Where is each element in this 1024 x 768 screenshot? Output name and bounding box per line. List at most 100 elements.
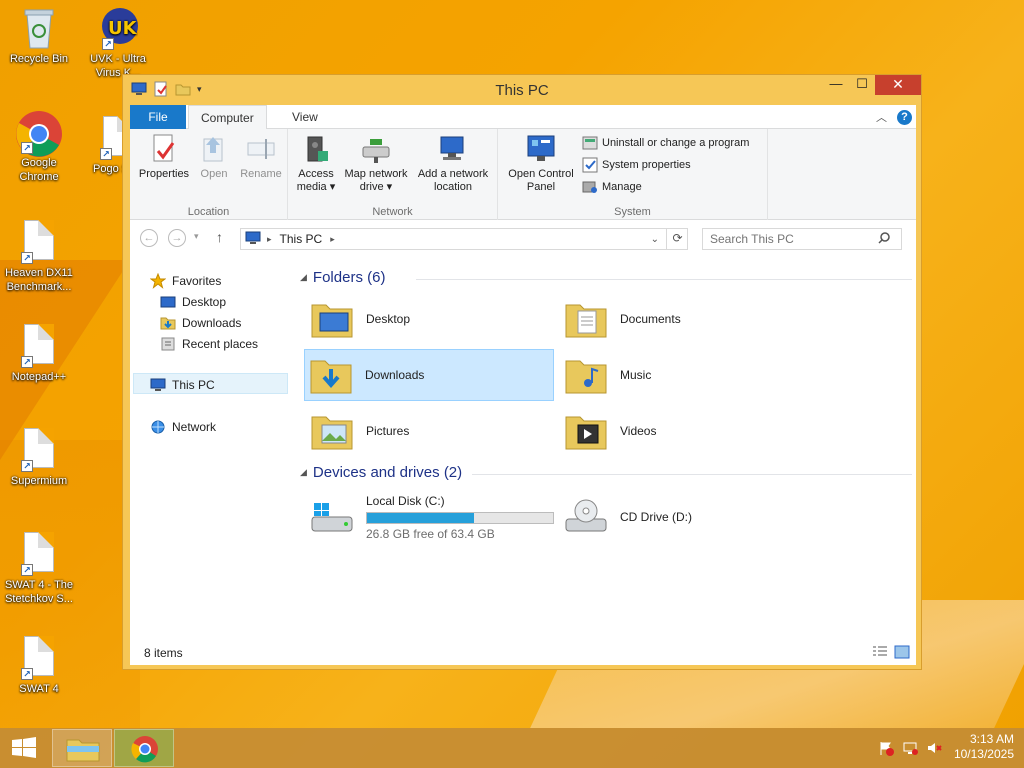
ribbon-group-network: Access media ▾ Map network drive ▾ Add a…	[288, 129, 498, 220]
title-bar[interactable]: ▾ This PC — ☐ ✕	[123, 75, 921, 105]
folder-tile-videos[interactable]: Videos	[560, 405, 810, 457]
close-button[interactable]: ✕	[875, 75, 921, 95]
search-input[interactable]	[710, 232, 878, 246]
system-properties-button[interactable]: System properties	[582, 157, 691, 173]
search-box[interactable]	[702, 228, 902, 250]
back-button[interactable]: ←	[140, 229, 158, 247]
recent-locations-chevron-icon[interactable]: ▾	[194, 231, 199, 242]
map-network-drive-button[interactable]: Map network drive ▾	[340, 133, 412, 194]
folder-label: Documents	[620, 312, 681, 326]
taskbar-chrome[interactable]	[114, 729, 174, 767]
collapse-triangle-icon[interactable]: ◢	[300, 467, 307, 478]
up-button[interactable]: ↑	[216, 229, 223, 245]
nav-item-desktop[interactable]: Desktop	[160, 292, 226, 312]
folder-tile-pictures[interactable]: Pictures	[306, 405, 556, 457]
downloads-icon	[160, 315, 176, 331]
address-bar[interactable]: ▸ This PC ▸ ⌄	[240, 228, 688, 250]
collapse-triangle-icon[interactable]: ◢	[300, 272, 307, 283]
desktop-icon-swat4-stetchkov[interactable]: ↗ SWAT 4 - The Stetchkov S...	[1, 532, 77, 606]
taskbar-file-explorer[interactable]	[52, 729, 112, 767]
search-icon[interactable]	[878, 231, 890, 247]
network-icon	[150, 419, 166, 435]
nav-item-network[interactable]: Network	[150, 417, 216, 437]
view-buttons	[872, 645, 910, 659]
folder-label: Music	[620, 368, 652, 382]
rename-button[interactable]: Rename	[236, 133, 286, 181]
star-icon	[149, 272, 167, 289]
folder-tile-downloads[interactable]: Downloads	[304, 349, 554, 401]
desktop-icon-supermium[interactable]: ↗ Supermium	[1, 428, 77, 488]
folder-tile-music[interactable]: Music	[560, 349, 810, 401]
nav-item-downloads[interactable]: Downloads	[160, 313, 241, 333]
ribbon-tabs: File Computer View ︿ ?	[130, 105, 916, 130]
uninstall-program-button[interactable]: Uninstall or change a program	[582, 135, 749, 151]
map-network-drive-icon	[360, 133, 392, 165]
folder-tile-documents[interactable]: Documents	[560, 293, 810, 345]
action-center-flag-icon[interactable]	[878, 740, 894, 756]
nav-item-favorites[interactable]: Favorites	[149, 271, 221, 291]
documents-folder-icon	[564, 299, 608, 339]
nav-label: Network	[172, 420, 217, 434]
nav-label: This PC	[172, 378, 215, 392]
nav-label: Downloads	[182, 316, 242, 330]
map-network-drive-label: Map network drive ▾	[344, 168, 408, 193]
drive-tile-local-disk[interactable]: Local Disk (C:) 26.8 GB free of 63.4 GB	[306, 491, 556, 543]
ribbon-group-system: Open Control Panel Uninstall or change a…	[498, 129, 768, 220]
this-pc-icon	[245, 231, 261, 248]
minimize-button[interactable]: —	[823, 75, 849, 95]
videos-folder-icon	[564, 411, 608, 451]
maximize-button[interactable]: ☐	[849, 75, 875, 95]
system-properties-icon	[582, 157, 598, 173]
section-title: Folders (6)	[312, 269, 386, 286]
clock[interactable]: 3:13 AM 10/13/2025	[954, 732, 1014, 762]
tab-computer[interactable]: Computer	[188, 105, 267, 130]
desktop-icon-recycle-bin[interactable]: Recycle Bin	[1, 6, 77, 66]
drive-name: CD Drive (D:)	[620, 510, 692, 524]
nav-item-recent-places[interactable]: Recent places	[160, 334, 258, 354]
breadcrumb-this-pc[interactable]: This PC	[280, 232, 323, 246]
start-button[interactable]	[8, 736, 40, 760]
open-control-panel-label: Open Control Panel	[508, 168, 574, 193]
properties-button[interactable]: Properties	[138, 133, 190, 181]
breadcrumb-separator-icon[interactable]: ▸	[267, 234, 272, 245]
clock-time: 3:13 AM	[969, 732, 1014, 746]
item-count: 8 items	[144, 646, 183, 660]
open-control-panel-button[interactable]: Open Control Panel	[504, 133, 578, 194]
details-view-icon[interactable]	[872, 645, 888, 659]
open-button[interactable]: Open	[192, 133, 236, 181]
desktop-icon-uvk[interactable]: UK ↗ UVK - Ultra Virus K...	[80, 6, 156, 80]
help-icon[interactable]: ?	[897, 109, 912, 125]
network-status-icon[interactable]	[902, 740, 918, 756]
drive-tile-cd-drive[interactable]: CD Drive (D:)	[560, 491, 810, 543]
drive-free-space: 26.8 GB free of 63.4 GB	[366, 526, 495, 541]
manage-button[interactable]: Manage	[582, 179, 642, 195]
group-label-system: System	[614, 206, 651, 218]
devices-section-header[interactable]: ◢ Devices and drives (2)	[300, 464, 462, 481]
address-dropdown-icon[interactable]: ⌄	[651, 234, 659, 245]
local-disk-info: Local Disk (C:) 26.8 GB free of 63.4 GB	[366, 494, 554, 541]
forward-button[interactable]: →	[168, 229, 186, 247]
desktop-icon-label: SWAT 4 - The Stetchkov S...	[4, 579, 74, 605]
desktop-icon-chrome[interactable]: ↗ Google Chrome	[1, 110, 77, 184]
desktop-icon-notepadpp[interactable]: ↗ Notepad++	[1, 324, 77, 384]
document-icon: ↗	[19, 220, 59, 264]
local-disk-icon	[310, 497, 354, 537]
folder-tile-desktop[interactable]: Desktop	[306, 293, 556, 345]
nav-item-this-pc[interactable]: This PC	[150, 375, 215, 395]
desktop-icon-label: Notepad++	[11, 371, 67, 383]
clock-date: 10/13/2025	[953, 747, 1014, 761]
desktop-icon-heaven[interactable]: ↗ Heaven DX11 Benchmark...	[1, 220, 77, 294]
desktop-icon-label: Heaven DX11 Benchmark...	[5, 267, 73, 293]
access-media-button[interactable]: Access media ▾	[292, 133, 340, 194]
tab-file[interactable]: File	[130, 105, 186, 129]
large-icons-view-icon[interactable]	[894, 645, 910, 659]
collapse-ribbon-icon[interactable]: ︿	[876, 109, 887, 125]
desktop-icon-swat4[interactable]: ↗ SWAT 4	[1, 636, 77, 696]
volume-muted-icon[interactable]	[926, 740, 942, 756]
document-icon: ↗	[19, 532, 59, 576]
breadcrumb-separator-icon[interactable]: ▸	[330, 234, 335, 245]
tab-view[interactable]: View	[280, 105, 330, 129]
add-network-location-button[interactable]: Add a network location	[412, 133, 494, 194]
folders-section-header[interactable]: ◢ Folders (6)	[300, 269, 385, 286]
refresh-button[interactable]: ⟳	[666, 228, 688, 250]
